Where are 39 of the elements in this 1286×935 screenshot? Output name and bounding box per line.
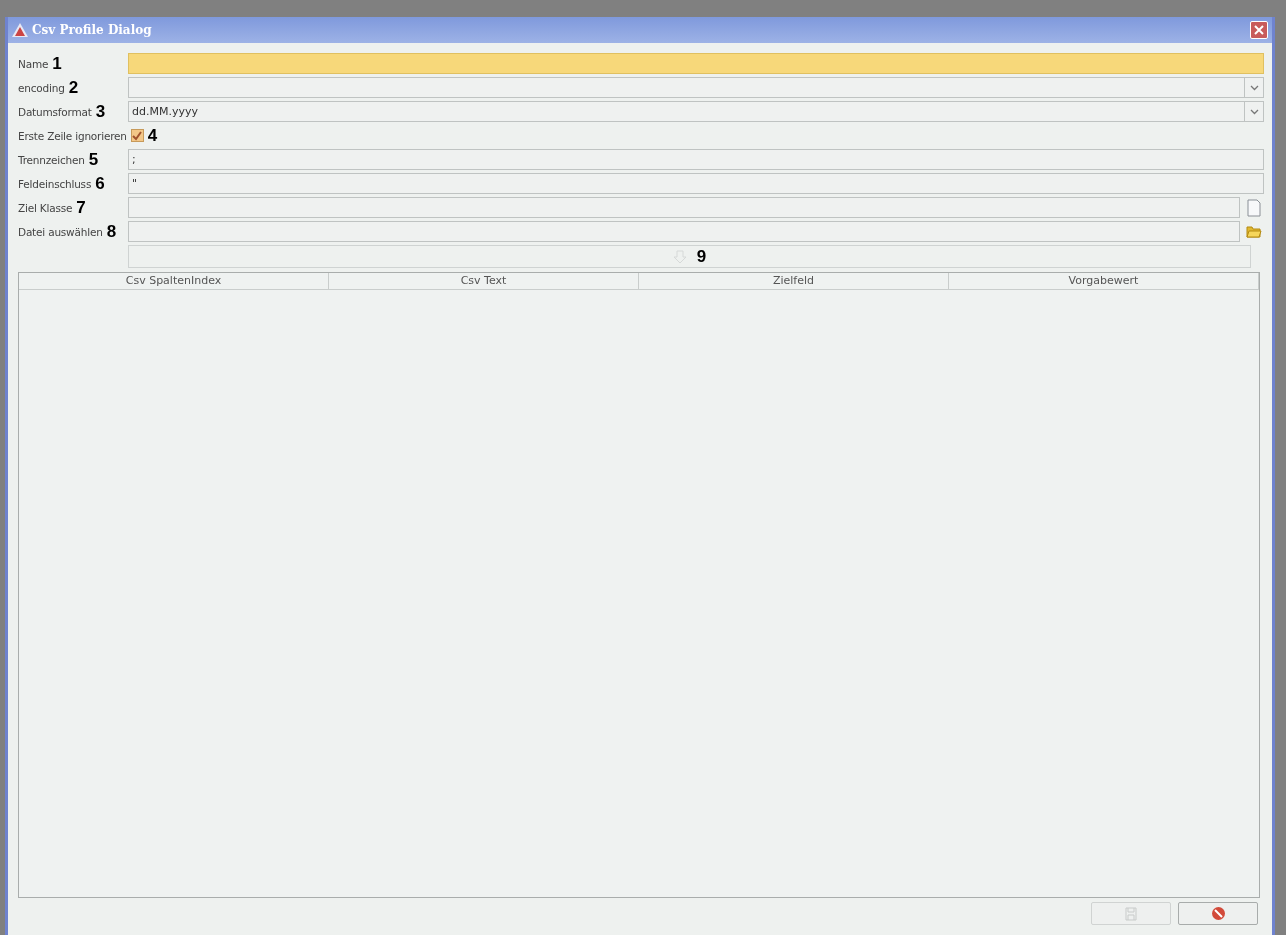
field-label: Name [18, 57, 49, 70]
callout-number: 7 [76, 197, 86, 218]
field-label: Trennzeichen [18, 153, 85, 166]
window-title: Csv Profile Dialog [32, 23, 152, 37]
close-button[interactable] [1250, 21, 1268, 39]
app-logo-icon [12, 23, 28, 37]
chevron-down-icon [1249, 84, 1259, 91]
callout-number: 8 [106, 221, 117, 242]
callout-number: 1 [52, 53, 62, 74]
text-field[interactable] [128, 221, 1240, 242]
callout-number: 6 [95, 173, 105, 194]
callout-number: 4 [147, 125, 158, 146]
column-header[interactable]: Csv SpaltenIndex [19, 273, 329, 289]
callout-number: 5 [88, 149, 99, 170]
column-header[interactable]: Vorgabewert [949, 273, 1259, 289]
field-label: Erste Zeile ignorieren [18, 129, 127, 142]
field-label: Datumsformat [18, 105, 92, 118]
combo-box[interactable] [128, 77, 1264, 98]
text-field[interactable] [128, 197, 1240, 218]
arrow-down-icon [672, 249, 687, 264]
cancel-button[interactable] [1178, 902, 1258, 925]
checkbox[interactable] [130, 129, 144, 142]
new-file-button[interactable] [1244, 197, 1264, 218]
text-field[interactable]: ; [128, 149, 1264, 170]
callout-number: 2 [68, 77, 79, 98]
field-label: Datei auswählen [18, 225, 103, 238]
column-header[interactable]: Zielfeld [639, 273, 949, 289]
text-field[interactable] [128, 53, 1264, 74]
chevron-down-icon [1249, 108, 1259, 115]
prohibited-icon [1210, 906, 1226, 921]
text-field[interactable]: " [128, 173, 1264, 194]
field-label: Ziel Klasse [18, 201, 73, 214]
field-label: encoding [18, 81, 65, 94]
callout-number: 3 [95, 101, 106, 122]
combo-box[interactable]: dd.MM.yyyy [128, 101, 1264, 122]
column-header[interactable]: Csv Text [329, 273, 639, 289]
close-icon [1253, 24, 1265, 36]
callout-number: 9 [696, 246, 707, 267]
field-label: Feldeinschluss [18, 177, 92, 190]
